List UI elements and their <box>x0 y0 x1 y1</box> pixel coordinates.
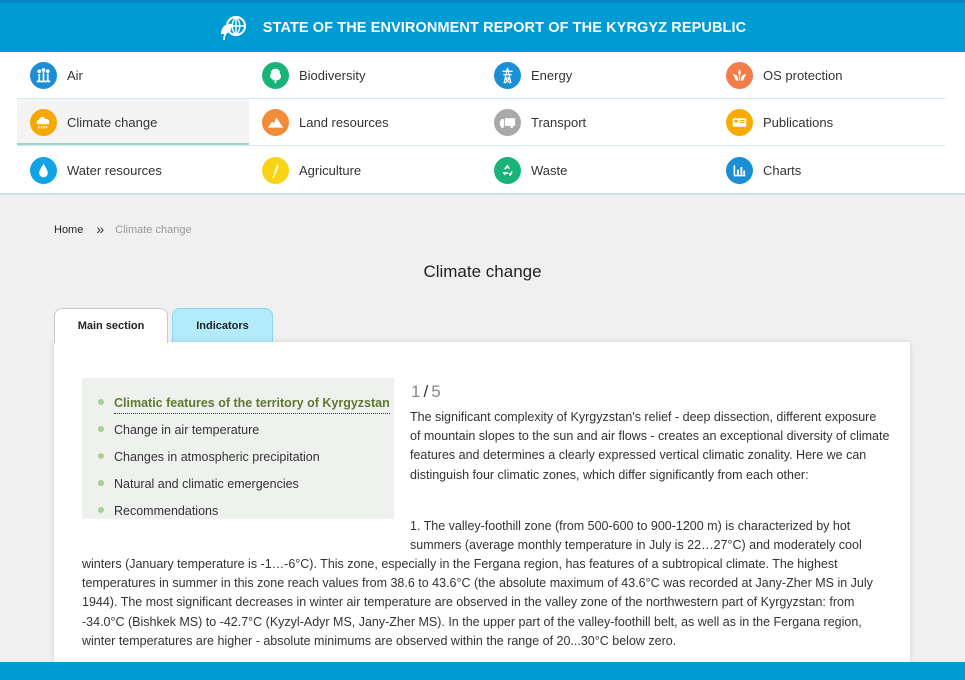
nav-item-land-resources[interactable]: Land resources <box>249 99 481 146</box>
site-title[interactable]: STATE OF THE ENVIRONMENT REPORT OF THE K… <box>263 20 746 36</box>
mountain-icon <box>262 109 289 136</box>
topic-navigation: Air Biodiversity Energy OS protection Cl… <box>0 52 965 195</box>
nav-label: Biodiversity <box>299 68 366 83</box>
toc-item-climatic-features[interactable]: Climatic features of the territory of Ky… <box>98 391 394 418</box>
toc-label: Recommendations <box>114 504 219 518</box>
truck-icon <box>494 109 521 136</box>
page-total: 5 <box>431 382 441 401</box>
nav-bottom-border <box>0 193 965 195</box>
nav-item-transport[interactable]: Transport <box>481 99 713 146</box>
nav-label: Agriculture <box>299 162 362 178</box>
publication-icon <box>726 109 753 136</box>
toc-item-recommendations[interactable]: Recommendations <box>98 499 394 526</box>
intro-paragraph: The significant complexity of Kyrgyzstan… <box>410 410 890 482</box>
wheat-icon <box>262 156 289 184</box>
nav-item-os-protection[interactable]: OS protection <box>713 52 945 99</box>
page-counter: 1/5 <box>411 382 441 402</box>
nav-divider <box>17 145 946 146</box>
toc-item-air-temperature[interactable]: Change in air temperature <box>98 418 394 445</box>
nav-item-biodiversity[interactable]: Biodiversity <box>249 52 481 99</box>
hands-plant-icon <box>726 62 753 89</box>
toc-label: Change in air temperature <box>114 423 260 437</box>
nav-label: Land resources <box>299 115 389 130</box>
nav-row: Water resources Agriculture Waste Charts <box>17 146 946 194</box>
breadcrumb-separator: » <box>96 221 105 237</box>
nav-item-publications[interactable]: Publications <box>713 99 945 146</box>
site-footer <box>0 662 965 680</box>
nav-label: Publications <box>763 115 834 130</box>
toc-item-precipitation[interactable]: Changes in atmospheric precipitation <box>98 445 394 472</box>
nav-item-air[interactable]: Air <box>17 52 249 99</box>
zone-paragraph-start: 1. The valley-foothill zone (from 500-60… <box>410 519 862 553</box>
toc-item-emergencies[interactable]: Natural and climatic emergencies <box>98 472 394 499</box>
nav-row: Climate change Land resources Transport … <box>17 99 946 146</box>
air-icon <box>30 62 57 89</box>
toc-label: Climatic features of the territory of Ky… <box>114 396 390 414</box>
nav-label: Water resources <box>67 162 162 178</box>
toc-label: Changes in atmospheric precipitation <box>114 450 320 464</box>
nav-label: Energy <box>531 68 573 83</box>
nav-label: Climate change <box>67 115 158 130</box>
nav-row: Air Biodiversity Energy OS protection <box>17 52 946 99</box>
nav-item-agriculture[interactable]: Agriculture <box>249 146 481 194</box>
nav-label: Air <box>67 68 83 83</box>
zone-paragraph-rest: winters (January temperature is -1…-6°C)… <box>82 557 873 648</box>
globe-leaf-icon[interactable] <box>219 14 247 42</box>
nav-item-water-resources[interactable]: Water resources <box>17 146 249 194</box>
nav-item-energy[interactable]: Energy <box>481 52 713 99</box>
recycle-icon <box>494 156 521 184</box>
water-drop-icon <box>30 156 57 184</box>
nav-item-charts[interactable]: Charts <box>713 146 945 194</box>
table-of-contents: Climatic features of the territory of Ky… <box>82 378 394 519</box>
site-header: STATE OF THE ENVIRONMENT REPORT OF THE K… <box>0 0 965 52</box>
nav-divider <box>17 98 946 99</box>
tree-icon <box>262 62 289 89</box>
nav-label: Waste <box>531 162 568 178</box>
page-separator: / <box>423 382 429 401</box>
page-title: Climate change <box>423 262 542 281</box>
rain-cloud-icon <box>30 109 57 136</box>
tab-indicators[interactable]: Indicators <box>172 308 273 342</box>
toc-label: Natural and climatic emergencies <box>114 477 299 491</box>
breadcrumb-home-link[interactable]: Home <box>54 224 83 236</box>
content-panel: Climatic features of the territory of Ky… <box>54 342 910 672</box>
bar-chart-icon <box>726 156 753 184</box>
page-current: 1 <box>411 382 421 401</box>
tab-main-section[interactable]: Main section <box>54 308 168 343</box>
nav-label: OS protection <box>763 68 843 83</box>
power-tower-icon <box>494 62 521 89</box>
nav-item-climate-change[interactable]: Climate change <box>17 99 249 146</box>
nav-item-waste[interactable]: Waste <box>481 146 713 194</box>
nav-label: Transport <box>531 115 587 130</box>
breadcrumb-current: Climate change <box>115 224 192 236</box>
breadcrumb: Home » Climate change <box>54 221 192 238</box>
nav-label: Charts <box>763 162 802 178</box>
